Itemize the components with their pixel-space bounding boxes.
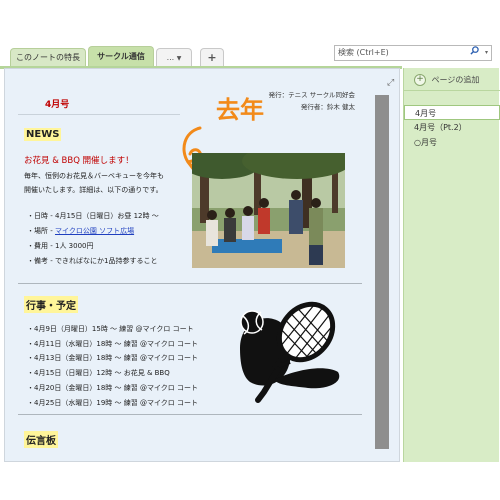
- page-item-month[interactable]: ○月号: [404, 135, 500, 150]
- page-item-april-pt2[interactable]: 4月号（Pt.2）: [404, 120, 500, 135]
- chevron-down-icon: ▼: [176, 55, 182, 62]
- add-page-divider: [404, 90, 500, 91]
- events-list: ・4月9日（月曜日）15時 ～ 練習 @マイクロ コート ・4月11日（水曜日）…: [27, 322, 198, 410]
- expand-icon[interactable]: ⤢: [387, 78, 394, 88]
- place-link[interactable]: マイクロ公園 ソフト広場: [55, 227, 134, 235]
- news-heading: NEWS: [24, 128, 62, 141]
- page-scrollbar[interactable]: [375, 95, 389, 449]
- detail-cost: ・費用 - 1人 3000円: [27, 242, 94, 250]
- add-page-label: ページの追加: [431, 75, 480, 85]
- search-icon[interactable]: [470, 46, 479, 60]
- list-item: ・4月13日（金曜日）18時 ～ 練習 @マイクロ コート: [27, 354, 199, 363]
- events-heading: 行事・予定: [24, 296, 78, 313]
- group-photo[interactable]: [192, 153, 345, 268]
- onenote-window: このノートの特長 サークル通信 ... ▼ + 検索 (Ctrl+E) ▾ ⤢ …: [0, 0, 500, 500]
- search-placeholder: 検索 (Ctrl+E): [338, 48, 389, 57]
- message-board-heading: 伝言板: [24, 431, 58, 448]
- handwriting-text: 去年: [216, 96, 264, 124]
- news-body: 毎年、恒例のお花見＆バーベキューを今年も 開催いたします。詳細は、以下の通りです…: [24, 169, 194, 197]
- tab-more[interactable]: ... ▼: [156, 48, 192, 66]
- title-underline: [18, 114, 180, 115]
- tab-features[interactable]: このノートの特長: [10, 48, 86, 66]
- news-body-line: 毎年、恒例のお花見＆バーベキューを今年も: [24, 172, 164, 180]
- news-body-line: 開催いたします。詳細は、以下の通りです。: [24, 186, 163, 194]
- tennis-racket-icon: [234, 296, 344, 408]
- add-page-button[interactable]: + ページの追加: [414, 74, 479, 86]
- add-section-button[interactable]: +: [200, 48, 224, 66]
- search-input[interactable]: 検索 (Ctrl+E) ▾: [334, 45, 492, 61]
- detail-notes: ・備考 - できればなにか1品持参すること: [27, 257, 158, 265]
- section-divider: [18, 283, 362, 284]
- list-item: ・4月25日（水曜日）19時 ～ 練習 @マイクロ コート: [27, 398, 199, 407]
- plus-icon: +: [414, 74, 426, 86]
- publisher-info: 発行：テニス サークル同好会 発行者：鈴木 健太: [269, 89, 355, 113]
- event-details: ・日時 - 4月15日（日曜日）お昼 12時 ～ ・場所 - マイクロ公園 ソフ…: [27, 209, 159, 269]
- tab-circle-newsletter[interactable]: サークル通信: [88, 46, 154, 66]
- pages-panel: + ページの追加 4月号 4月号（Pt.2） ○月号: [403, 68, 500, 462]
- detail-place: ・場所 - マイクロ公園 ソフト広場: [27, 227, 135, 235]
- page-title: 4月号: [45, 100, 70, 110]
- page-list: 4月号 4月号（Pt.2） ○月号: [404, 105, 500, 150]
- page-item-april[interactable]: 4月号: [404, 105, 500, 120]
- list-item: ・4月9日（月曜日）15時 ～ 練習 @マイクロ コート: [27, 325, 194, 333]
- publisher-line: 発行：テニス サークル同好会: [268, 91, 355, 99]
- detail-date: ・日時 - 4月15日（日曜日）お昼 12時 ～: [27, 212, 159, 220]
- section-divider: [18, 414, 362, 415]
- search-scope-dropdown-icon[interactable]: ▾: [485, 46, 488, 60]
- list-item: ・4月15日（日曜日）12時 ～ お花見 & BBQ: [27, 369, 170, 378]
- list-item: ・4月11日（水曜日）18時 ～ 練習 @マイクロ コート: [27, 339, 199, 348]
- news-headline: お花見 & BBQ 開催します！: [24, 156, 134, 166]
- list-item: ・4月20日（金曜日）18時 ～ 練習 @マイクロ コート: [27, 383, 199, 392]
- more-label: ...: [166, 53, 175, 62]
- publisher-person: 発行者：鈴木 健太: [300, 103, 355, 111]
